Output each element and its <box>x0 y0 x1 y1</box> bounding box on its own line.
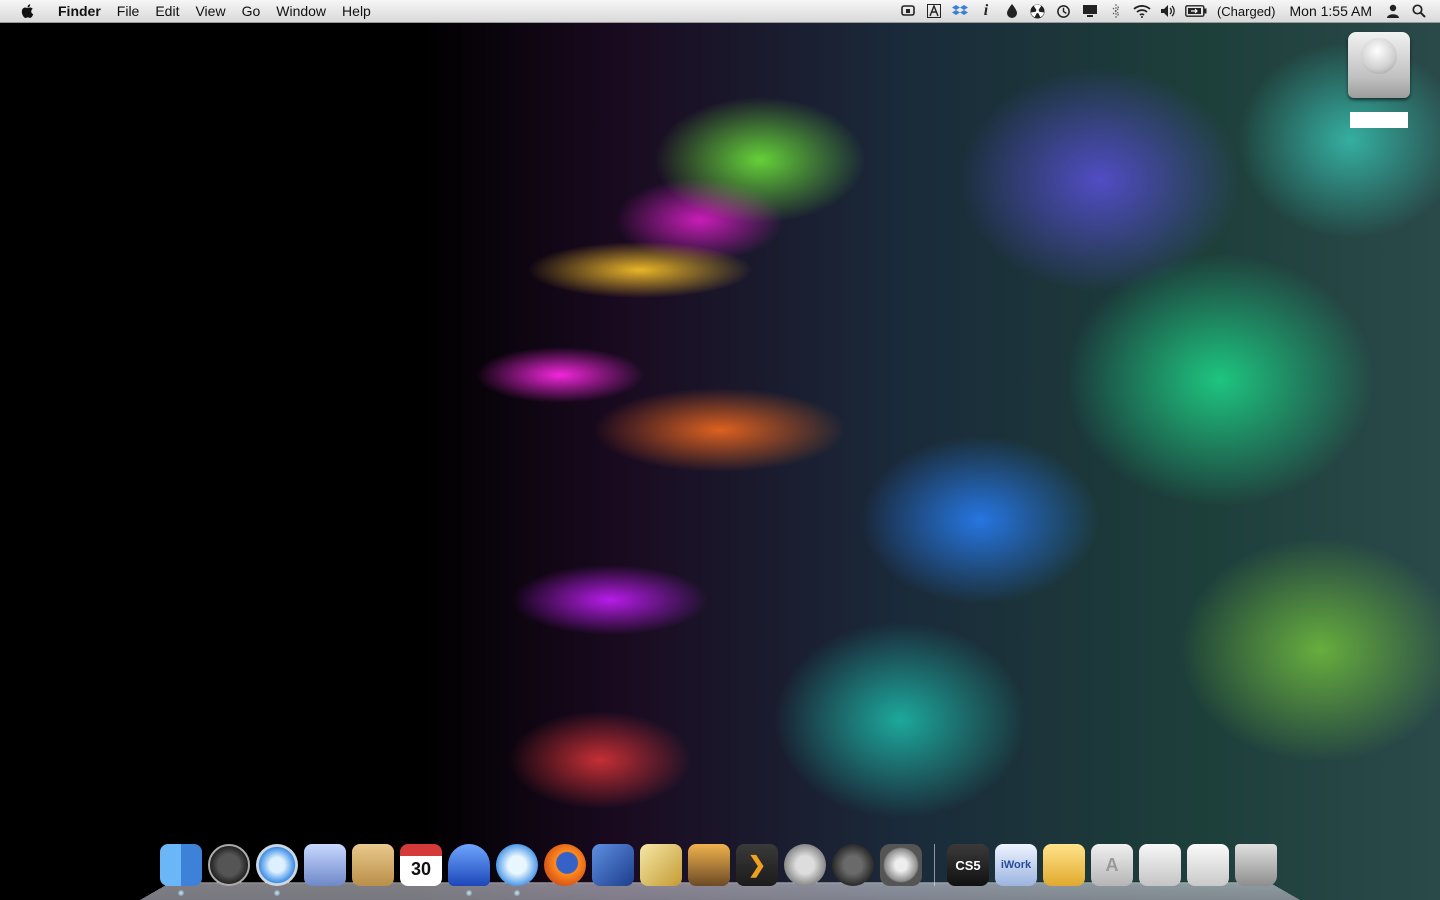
info-icon[interactable]: i <box>977 2 995 19</box>
battery-icon[interactable] <box>1185 3 1207 19</box>
menu-view[interactable]: View <box>187 0 233 22</box>
battery-status[interactable]: (Charged) <box>1211 4 1282 19</box>
hard-drive-icon <box>1348 32 1410 98</box>
running-indicator <box>466 890 472 896</box>
dock-system-preferences-icon[interactable] <box>880 844 922 886</box>
running-indicator <box>178 890 184 896</box>
dock-folder-icon[interactable] <box>1043 844 1085 886</box>
dock-airplane-app-icon[interactable] <box>784 844 826 886</box>
running-indicator <box>274 890 280 896</box>
apple-menu-icon[interactable] <box>20 3 36 19</box>
dock-dashboard-icon[interactable] <box>208 844 250 886</box>
menu-bar: Finder File Edit View Go Window Help i (… <box>0 0 1440 23</box>
dock-firefox-icon[interactable] <box>544 844 586 886</box>
dock-developer-tools-icon[interactable] <box>640 844 682 886</box>
dock-ical-icon[interactable]: 30 <box>400 844 442 886</box>
dock-iwork-icon[interactable]: iWork <box>995 844 1037 886</box>
ical-date: 30 <box>410 858 432 879</box>
dock-mail-icon[interactable] <box>304 844 346 886</box>
bluetooth-icon[interactable] <box>1107 3 1125 19</box>
dropbox-icon[interactable] <box>951 3 969 19</box>
user-icon[interactable] <box>1384 3 1402 19</box>
dock-items: 30 ❯ CS5 iWork A <box>160 844 1280 896</box>
dock-xcode-icon[interactable] <box>592 844 634 886</box>
dock-trash-icon[interactable] <box>1235 844 1277 886</box>
dock-itunes-icon[interactable] <box>496 844 538 896</box>
menu-window[interactable]: Window <box>268 0 334 22</box>
display-icon[interactable] <box>1081 3 1099 19</box>
rdp-icon[interactable] <box>899 3 917 19</box>
droplet-icon[interactable] <box>1003 3 1021 19</box>
dock-finder-icon[interactable] <box>160 844 202 896</box>
volume-icon[interactable] <box>1159 3 1177 19</box>
time-machine-icon[interactable] <box>1055 3 1073 19</box>
dock-iphoto-icon[interactable] <box>688 844 730 886</box>
spotlight-icon[interactable] <box>1410 3 1428 19</box>
menu-edit[interactable]: Edit <box>147 0 187 22</box>
dock-address-book-icon[interactable] <box>352 844 394 886</box>
radiation-icon[interactable] <box>1029 3 1047 19</box>
wallpaper <box>0 0 1440 900</box>
menu-go[interactable]: Go <box>234 0 269 22</box>
dock-ichat-icon[interactable] <box>448 844 490 896</box>
menu-app-name[interactable]: Finder <box>50 0 109 22</box>
dock: 30 ❯ CS5 iWork A <box>140 842 1300 900</box>
running-indicator <box>514 890 520 896</box>
desktop[interactable]: Finder File Edit View Go Window Help i (… <box>0 0 1440 900</box>
dock-documents-folder-icon[interactable] <box>1139 844 1181 886</box>
menu-file[interactable]: File <box>109 0 148 22</box>
font-icon[interactable] <box>925 3 943 19</box>
menu-help[interactable]: Help <box>334 0 379 22</box>
status-area: i (Charged) Mon 1:55 AM <box>895 0 1440 22</box>
dock-plex-icon[interactable]: ❯ <box>736 844 778 886</box>
dock-downloads-stack-icon[interactable] <box>1187 844 1229 886</box>
dock-separator <box>934 844 935 886</box>
hard-drive-label[interactable] <box>1350 112 1408 128</box>
wifi-icon[interactable] <box>1133 3 1151 19</box>
dock-steam-icon[interactable] <box>832 844 874 886</box>
dock-applications-folder-icon[interactable]: A <box>1091 844 1133 886</box>
dock-adobe-cs5-icon[interactable]: CS5 <box>947 844 989 886</box>
dock-safari-icon[interactable] <box>256 844 298 896</box>
hard-drive-desktop-icon[interactable] <box>1346 32 1412 128</box>
menu-clock[interactable]: Mon 1:55 AM <box>1282 3 1381 19</box>
